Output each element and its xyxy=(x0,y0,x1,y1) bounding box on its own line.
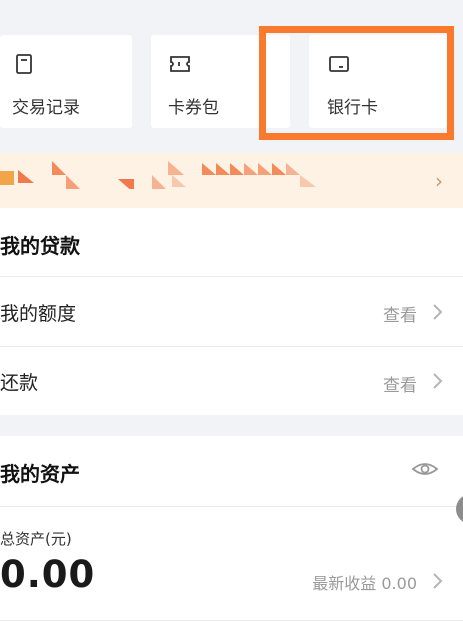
highlight-box xyxy=(259,26,454,140)
loan-title: 我的贷款 xyxy=(0,234,80,258)
assets-title: 我的资产 xyxy=(0,462,80,486)
row-repayment[interactable]: 还款 查看 xyxy=(0,347,463,415)
ticket-icon xyxy=(170,56,190,72)
chevron-right-icon: › xyxy=(435,169,443,193)
chevron-right-icon xyxy=(433,373,443,389)
latest-earnings[interactable]: 最新收益 0.00 xyxy=(312,570,417,594)
chevron-right-icon[interactable] xyxy=(431,571,445,591)
chevron-right-icon xyxy=(433,304,443,320)
transaction-record-label: 交易记录 xyxy=(12,98,80,118)
my-quota-view: 查看 xyxy=(383,306,417,326)
promo-banner[interactable]: › xyxy=(0,153,463,208)
receipt-icon xyxy=(16,54,32,74)
row-my-quota[interactable]: 我的额度 查看 xyxy=(0,277,463,346)
repayment-view: 查看 xyxy=(383,376,417,396)
coupon-wallet-label: 卡券包 xyxy=(168,98,219,118)
loan-card: 我的贷款 我的额度 查看 还款 查看 xyxy=(0,208,463,415)
eye-icon[interactable] xyxy=(411,459,439,479)
assets-header: 我的资产 xyxy=(0,436,463,506)
loan-header: 我的贷款 xyxy=(0,208,463,276)
total-assets-label: 总资产(元) xyxy=(0,530,72,548)
repayment-label: 还款 xyxy=(0,372,39,394)
transaction-record-tile[interactable]: 交易记录 xyxy=(0,35,132,128)
my-quota-label: 我的额度 xyxy=(0,303,77,325)
total-assets-value: 0.00 xyxy=(0,553,96,596)
banner-art xyxy=(0,161,330,208)
